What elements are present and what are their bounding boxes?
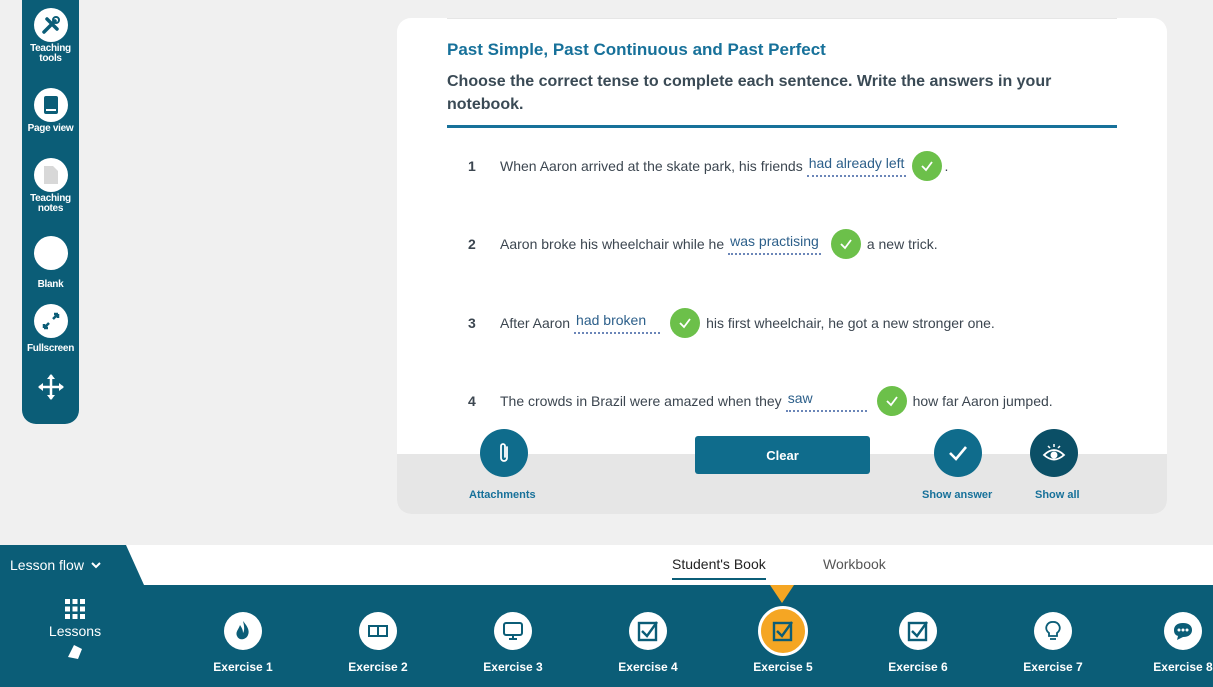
exercise-label: Exercise 2 (348, 660, 408, 674)
question-text-after: how far Aaron jumped. (912, 393, 1053, 409)
exercise-label: Exercise 1 (213, 660, 273, 674)
question-4: 4 The crowds in Brazil were amazed when … (468, 386, 1053, 416)
flame-icon (224, 612, 262, 650)
exercise-label: Exercise 6 (888, 660, 948, 674)
question-number: 3 (468, 315, 476, 331)
attachments-label: Attachments (469, 489, 536, 501)
exercise-4-button[interactable]: Exercise 4 (593, 612, 703, 674)
question-text-after: . (944, 158, 949, 174)
question-text-after: his first wheelchair, he got a new stron… (706, 315, 995, 331)
monitor-icon (494, 612, 532, 650)
teaching-toolbar: Teaching tools Page view Teaching notes … (22, 0, 79, 424)
answer-field[interactable]: had broken (574, 312, 661, 334)
exercise-1-button[interactable]: Exercise 1 (188, 612, 298, 674)
notes-icon (33, 158, 68, 192)
teaching-tools-button[interactable]: Teaching tools (22, 8, 79, 64)
eye-icon (1042, 444, 1066, 461)
page-view-button[interactable]: Page view (22, 88, 79, 134)
question-text-before: Aaron broke his wheelchair while he (500, 236, 725, 252)
attachments-button[interactable] (480, 429, 528, 477)
title-rule (447, 125, 1117, 128)
exercise-instruction: Choose the correct tense to complete eac… (447, 73, 1052, 113)
teaching-notes-label: Teaching notes (30, 193, 71, 214)
question-number: 2 (468, 236, 476, 252)
blank-label: Blank (37, 279, 64, 290)
correct-check-icon (830, 229, 861, 259)
exercise-8-button[interactable]: Exercise 8 (1128, 612, 1213, 674)
clear-button[interactable]: Clear (695, 436, 870, 474)
show-all-label: Show all (1035, 489, 1080, 501)
checkmark-icon (949, 446, 967, 461)
move-toolbar-handle[interactable] (22, 372, 79, 405)
exercise-2-button[interactable]: Exercise 2 (323, 612, 433, 674)
exercise-label: Exercise 7 (1023, 660, 1083, 674)
blank-icon (33, 236, 68, 270)
question-text-before: When Aaron arrived at the skate park, hi… (500, 158, 803, 174)
question-text-after: a new trick. (866, 236, 938, 252)
book-icon (359, 612, 397, 650)
fullscreen-icon (33, 304, 68, 338)
cards-icon (68, 645, 82, 659)
teaching-notes-button[interactable]: Teaching notes (22, 158, 79, 214)
question-number: 4 (468, 393, 476, 409)
question-2: 2 Aaron broke his wheelchair while he wa… (468, 229, 938, 259)
current-exercise-marker (770, 585, 794, 603)
exercise-label: Exercise 8 (1153, 660, 1213, 674)
chat-icon (1164, 612, 1202, 650)
show-answer-label: Show answer (922, 489, 993, 501)
exercise-7-button[interactable]: Exercise 7 (998, 612, 1108, 674)
exercise-card: Past Simple, Past Continuous and Past Pe… (397, 18, 1167, 514)
exercise-6-button[interactable]: Exercise 6 (863, 612, 973, 674)
question-text-before: After Aaron (500, 315, 571, 331)
grid-icon (65, 599, 85, 619)
correct-check-icon (912, 151, 943, 181)
question-1: 1 When Aaron arrived at the skate park, … (468, 151, 948, 181)
correct-check-icon (876, 386, 907, 416)
page-icon (33, 88, 68, 122)
question-number: 1 (468, 158, 476, 174)
exercise-label: Exercise 4 (618, 660, 678, 674)
tab-workbook[interactable]: Workbook (823, 556, 886, 572)
move-icon (37, 374, 64, 400)
teaching-tools-label: Teaching tools (30, 43, 71, 64)
exercise-label: Exercise 3 (483, 660, 543, 674)
exercise-title: Past Simple, Past Continuous and Past Pe… (447, 40, 826, 59)
answer-field[interactable]: was practising (728, 233, 821, 255)
correct-check-icon (670, 308, 701, 338)
paperclip-icon (500, 443, 508, 462)
question-3: 3 After Aaron had broken his first wheel… (468, 308, 995, 338)
answer-field[interactable]: had already left (806, 155, 907, 177)
checkbox-icon (899, 612, 937, 650)
exercise-5-button[interactable]: Exercise 5 (728, 606, 838, 674)
lightbulb-icon (1034, 612, 1072, 650)
show-all-button[interactable] (1030, 429, 1078, 477)
fullscreen-button[interactable]: Fullscreen (22, 304, 79, 354)
exercise-3-button[interactable]: Exercise 3 (458, 612, 568, 674)
checkbox-icon (629, 612, 667, 650)
card-divider (447, 18, 1117, 19)
answer-field[interactable]: saw (785, 390, 867, 412)
show-answer-button[interactable] (934, 429, 982, 477)
page-view-label: Page view (27, 123, 74, 134)
lesson-flow-dropdown[interactable]: Lesson flow (0, 545, 144, 585)
chevron-down-icon (91, 562, 101, 569)
checkbox-icon (758, 606, 808, 656)
tools-icon (33, 8, 68, 42)
lesson-flow-label: Lesson flow (10, 557, 84, 573)
exercise-label: Exercise 5 (753, 660, 813, 674)
blank-button[interactable]: Blank (22, 236, 79, 290)
lessons-label: Lessons (48, 623, 102, 639)
book-tabbar (0, 545, 1213, 585)
lessons-button[interactable]: Lessons (40, 598, 110, 662)
question-text-before: The crowds in Brazil were amazed when th… (500, 393, 782, 409)
fullscreen-label: Fullscreen (26, 343, 75, 354)
tab-students-book[interactable]: Student's Book (672, 556, 766, 580)
